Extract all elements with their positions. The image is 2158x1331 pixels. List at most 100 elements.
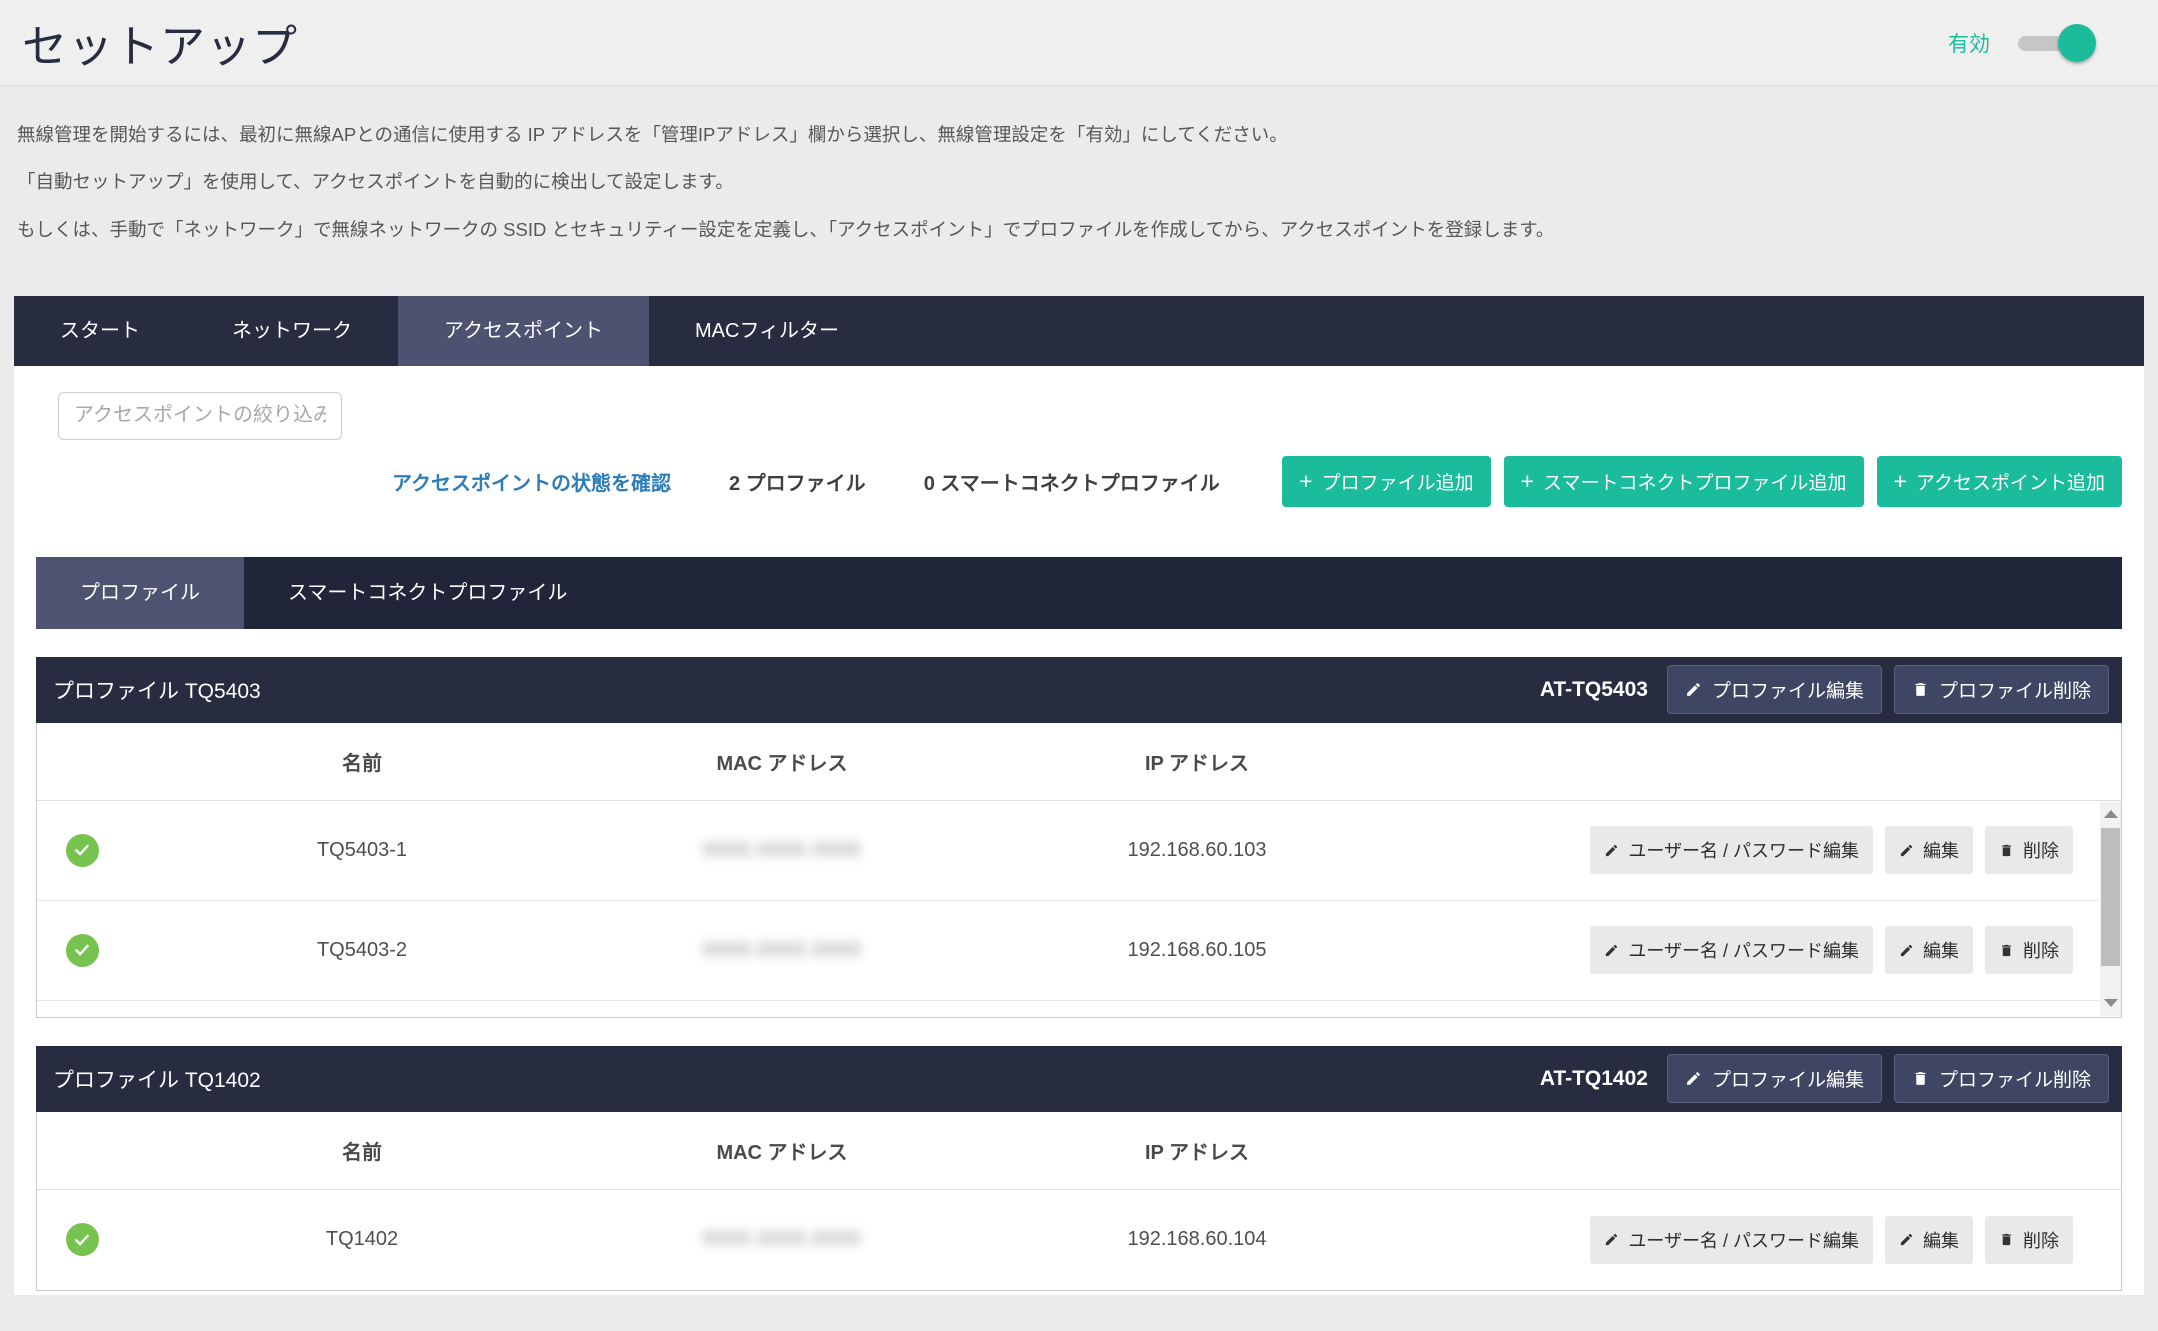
page-header: セットアップ 有効 <box>0 0 2158 86</box>
panel-header-actions: AT-TQ5403 プロファイル編集 プロファイル削除 <box>1540 665 2109 714</box>
add-access-point-label: アクセスポイント追加 <box>1916 468 2105 495</box>
access-point-table: 名前 MAC アドレス IP アドレス TQ5403-1 0000.0000.0… <box>36 723 2122 1018</box>
panel-header-actions: AT-TQ1402 プロファイル編集 プロファイル削除 <box>1540 1054 2109 1103</box>
delete-profile-button[interactable]: プロファイル削除 <box>1894 665 2109 714</box>
table-header-row: 名前 MAC アドレス IP アドレス <box>37 1112 2121 1190</box>
profile-panel-tq5403: プロファイル TQ5403 AT-TQ5403 プロファイル編集 プロファイル削… <box>36 657 2122 1018</box>
panel-header: プロファイル TQ5403 AT-TQ5403 プロファイル編集 プロファイル削… <box>36 657 2122 723</box>
trash-icon <box>1999 843 2014 858</box>
delete-profile-label: プロファイル削除 <box>1939 676 2091 703</box>
access-point-table: 名前 MAC アドレス IP アドレス TQ1402 0000.0000.000… <box>36 1112 2122 1291</box>
delete-profile-label: プロファイル削除 <box>1939 1065 2091 1092</box>
setup-card: スタート ネットワーク アクセスポイント MACフィルター アクセスポイントの状… <box>14 296 2144 1295</box>
tab-network[interactable]: ネットワーク <box>186 296 398 366</box>
add-smart-connect-profile-button[interactable]: + スマートコネクトプロファイル追加 <box>1504 456 1864 507</box>
pencil-icon <box>1899 1232 1914 1247</box>
status-cell <box>37 1223 127 1256</box>
ap-name: TQ1402 <box>127 1228 597 1251</box>
add-button-group: + プロファイル追加 + スマートコネクトプロファイル追加 + アクセスポイント… <box>1282 456 2122 507</box>
pencil-icon <box>1899 943 1914 958</box>
edit-ap-button[interactable]: 編集 <box>1885 1216 1973 1264</box>
table-row-tq5403-1: TQ5403-1 0000.0000.0000 192.168.60.103 ユ… <box>37 801 2099 901</box>
tab-start[interactable]: スタート <box>14 296 186 366</box>
edit-ap-button[interactable]: 編集 <box>1885 826 1973 874</box>
toolbar-row: アクセスポイントの状態を確認 2 プロファイル 0 スマートコネクトプロファイル… <box>392 456 2122 507</box>
table-scrollbar[interactable] <box>2100 802 2121 1016</box>
ap-ip: 192.168.60.103 <box>967 839 1427 862</box>
trash-icon <box>1912 681 1929 698</box>
subtab-profile[interactable]: プロファイル <box>36 557 244 629</box>
scrollbar-up-arrow-icon[interactable] <box>2100 804 2121 825</box>
tab-access-point[interactable]: アクセスポイント <box>398 296 649 366</box>
column-name: 名前 <box>127 1136 597 1165</box>
panel-header: プロファイル TQ1402 AT-TQ1402 プロファイル編集 プロファイル削… <box>36 1046 2122 1112</box>
pencil-icon <box>1604 843 1619 858</box>
delete-ap-button[interactable]: 削除 <box>1985 1216 2073 1264</box>
edit-profile-button[interactable]: プロファイル編集 <box>1667 665 1882 714</box>
delete-ap-label: 削除 <box>2023 837 2059 863</box>
delete-ap-button[interactable]: 削除 <box>1985 826 2073 874</box>
delete-ap-label: 削除 <box>2023 1227 2059 1253</box>
edit-ap-label: 編集 <box>1923 837 1959 863</box>
edit-ap-button[interactable]: 編集 <box>1885 926 1973 974</box>
status-cell <box>37 834 127 867</box>
scrollbar-thumb[interactable] <box>2101 828 2120 966</box>
check-ap-status-link[interactable]: アクセスポイントの状態を確認 <box>392 467 671 496</box>
add-profile-label: プロファイル追加 <box>1322 468 1474 495</box>
add-access-point-button[interactable]: + アクセスポイント追加 <box>1877 456 2123 507</box>
access-point-tab-content: アクセスポイントの状態を確認 2 プロファイル 0 スマートコネクトプロファイル… <box>14 366 2144 1295</box>
status-cell <box>37 934 127 967</box>
column-mac: MAC アドレス <box>597 747 967 776</box>
ap-mac-redacted: 0000.0000.0000 <box>597 939 967 962</box>
add-profile-button[interactable]: + プロファイル追加 <box>1282 456 1490 507</box>
instruction-line-2: 「自動セットアップ」を使用して、アクセスポイントを自動的に検出して設定します。 <box>17 165 2141 198</box>
connected-check-icon <box>66 934 99 967</box>
smart-connect-profile-count: 0 スマートコネクトプロファイル <box>924 467 1220 496</box>
delete-profile-button[interactable]: プロファイル削除 <box>1894 1054 2109 1103</box>
pencil-icon <box>1899 843 1914 858</box>
edit-ap-label: 編集 <box>1923 1227 1959 1253</box>
trash-icon <box>1912 1070 1929 1087</box>
column-ip: IP アドレス <box>967 747 1427 776</box>
connected-check-icon <box>66 1223 99 1256</box>
table-row-tq1402: TQ1402 0000.0000.0000 192.168.60.104 ユーザ… <box>37 1190 2121 1290</box>
table-rows: TQ1402 0000.0000.0000 192.168.60.104 ユーザ… <box>37 1190 2121 1290</box>
setup-instructions: 無線管理を開始するには、最初に無線APとの通信に使用する IP アドレスを「管理… <box>0 86 2158 246</box>
toggle-knob-icon <box>2058 24 2096 62</box>
wireless-enable-control: 有効 <box>1948 23 2096 63</box>
row-actions: ユーザー名 / パスワード編集 編集 削除 <box>1427 926 2099 974</box>
scrollbar-down-arrow-icon[interactable] <box>2100 993 2121 1014</box>
column-name: 名前 <box>127 747 597 776</box>
pencil-icon <box>1604 943 1619 958</box>
connected-check-icon <box>66 834 99 867</box>
edit-profile-label: プロファイル編集 <box>1712 1065 1864 1092</box>
wireless-enable-toggle[interactable] <box>2018 23 2096 63</box>
edit-credentials-button[interactable]: ユーザー名 / パスワード編集 <box>1590 926 1873 974</box>
panel-title: プロファイル TQ5403 <box>53 675 261 705</box>
main-tabbar: スタート ネットワーク アクセスポイント MACフィルター <box>14 296 2144 366</box>
column-mac: MAC アドレス <box>597 1136 967 1165</box>
ap-name: TQ5403-1 <box>127 839 597 862</box>
edit-credentials-button[interactable]: ユーザー名 / パスワード編集 <box>1590 1216 1873 1264</box>
delete-ap-label: 削除 <box>2023 937 2059 963</box>
row-actions: ユーザー名 / パスワード編集 編集 削除 <box>1427 826 2099 874</box>
edit-credentials-button[interactable]: ユーザー名 / パスワード編集 <box>1590 826 1873 874</box>
pencil-icon <box>1604 1232 1619 1247</box>
access-point-filter-input[interactable] <box>58 392 342 440</box>
pencil-icon <box>1685 1070 1702 1087</box>
ap-name: TQ5403-2 <box>127 939 597 962</box>
toggle-label: 有効 <box>1948 28 1990 58</box>
edit-credentials-label: ユーザー名 / パスワード編集 <box>1628 837 1859 863</box>
edit-profile-button[interactable]: プロファイル編集 <box>1667 1054 1882 1103</box>
edit-credentials-label: ユーザー名 / パスワード編集 <box>1628 937 1859 963</box>
ap-ip: 192.168.60.105 <box>967 939 1427 962</box>
edit-profile-label: プロファイル編集 <box>1712 676 1864 703</box>
subtab-smart-connect-profile[interactable]: スマートコネクトプロファイル <box>244 557 611 629</box>
tab-mac-filter[interactable]: MACフィルター <box>649 296 885 366</box>
profile-subtabs: プロファイル スマートコネクトプロファイル <box>36 557 2122 629</box>
panel-title: プロファイル TQ1402 <box>53 1064 261 1094</box>
table-rows-scrollarea: TQ5403-1 0000.0000.0000 192.168.60.103 ユ… <box>37 801 2121 1017</box>
column-ip: IP アドレス <box>967 1136 1427 1165</box>
delete-ap-button[interactable]: 削除 <box>1985 926 2073 974</box>
row-actions: ユーザー名 / パスワード編集 編集 削除 <box>1427 1216 2121 1264</box>
